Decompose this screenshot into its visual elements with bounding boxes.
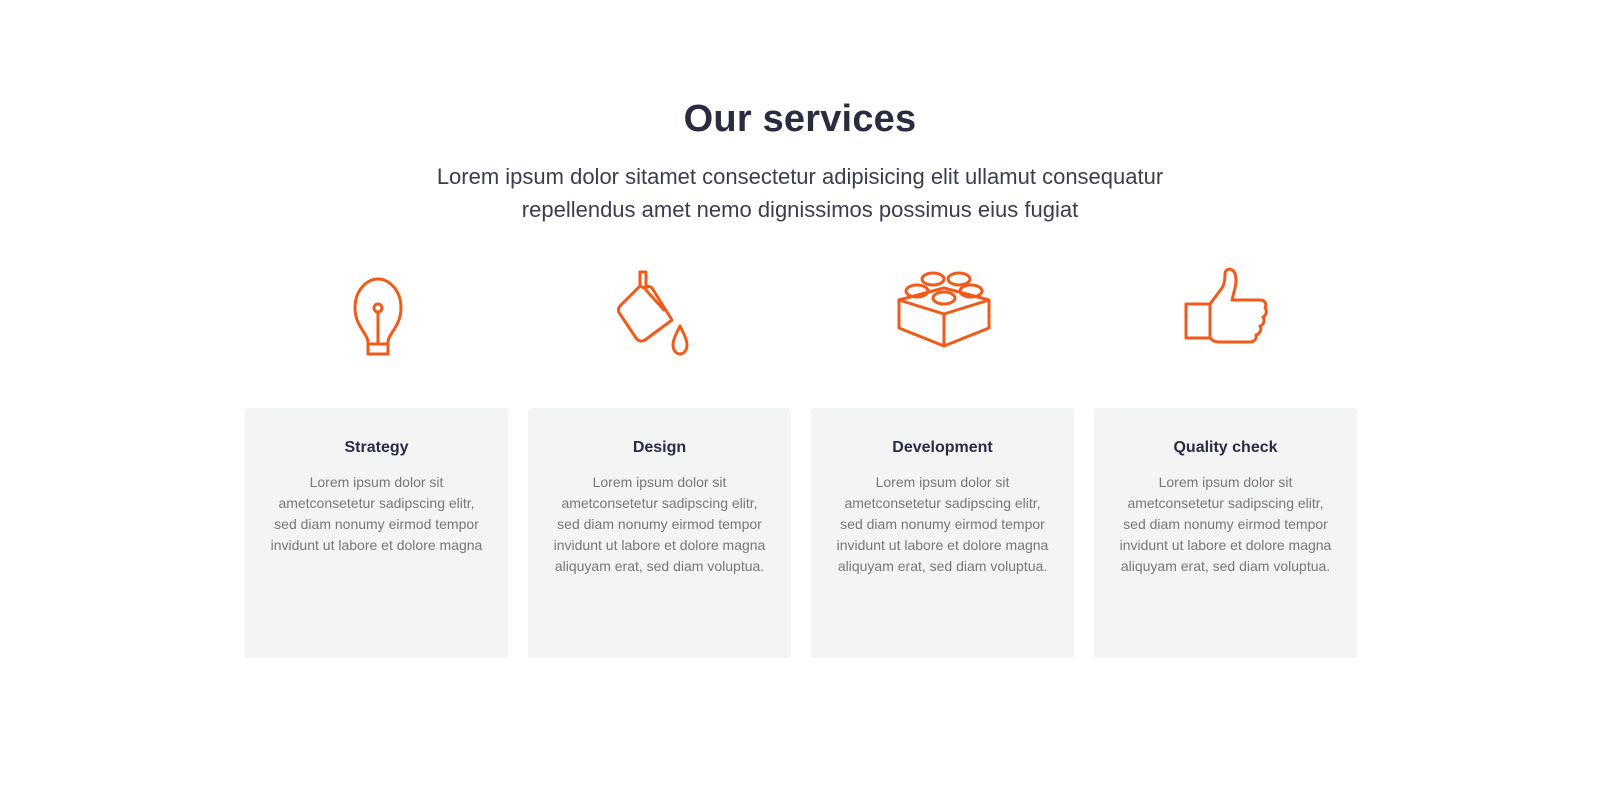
card-title: Quality check [1173,439,1278,456]
service-icons-row [0,262,1600,372]
service-card-strategy: Strategy Lorem ipsum dolor sit ametconse… [245,408,508,658]
service-cards-row: Strategy Lorem ipsum dolor sit ametconse… [0,408,1600,658]
card-title: Design [632,439,687,456]
section-title: Our services [683,98,917,140]
card-text: Lorem ipsum dolor sit ametconsetetur sad… [270,474,483,553]
service-card-quality-check: Quality check Lorem ipsum dolor sit amet… [1094,408,1357,658]
card-title: Strategy [344,439,409,456]
service-card-design: Design Lorem ipsum dolor sit ametconsete… [528,408,791,658]
card-title: Development [892,439,993,456]
service-card-development: Development Lorem ipsum dolor sit ametco… [811,408,1074,658]
card-text: Lorem ipsum dolor sit ametconsetetur sad… [836,474,1049,574]
services-section: Our services Lorem ipsum dolor sitamet c… [0,0,1600,789]
card-text: Lorem ipsum dolor sit ametconsetetur sad… [1119,474,1332,574]
paint-bucket-icon [610,262,720,372]
lightbulb-icon [323,262,433,372]
thumbs-up-icon [1174,262,1284,372]
card-text: Lorem ipsum dolor sit ametconsetetur sad… [553,474,766,574]
lego-brick-icon [889,262,999,372]
section-subtitle: Lorem ipsum dolor sitamet consectetur ad… [436,164,1164,222]
